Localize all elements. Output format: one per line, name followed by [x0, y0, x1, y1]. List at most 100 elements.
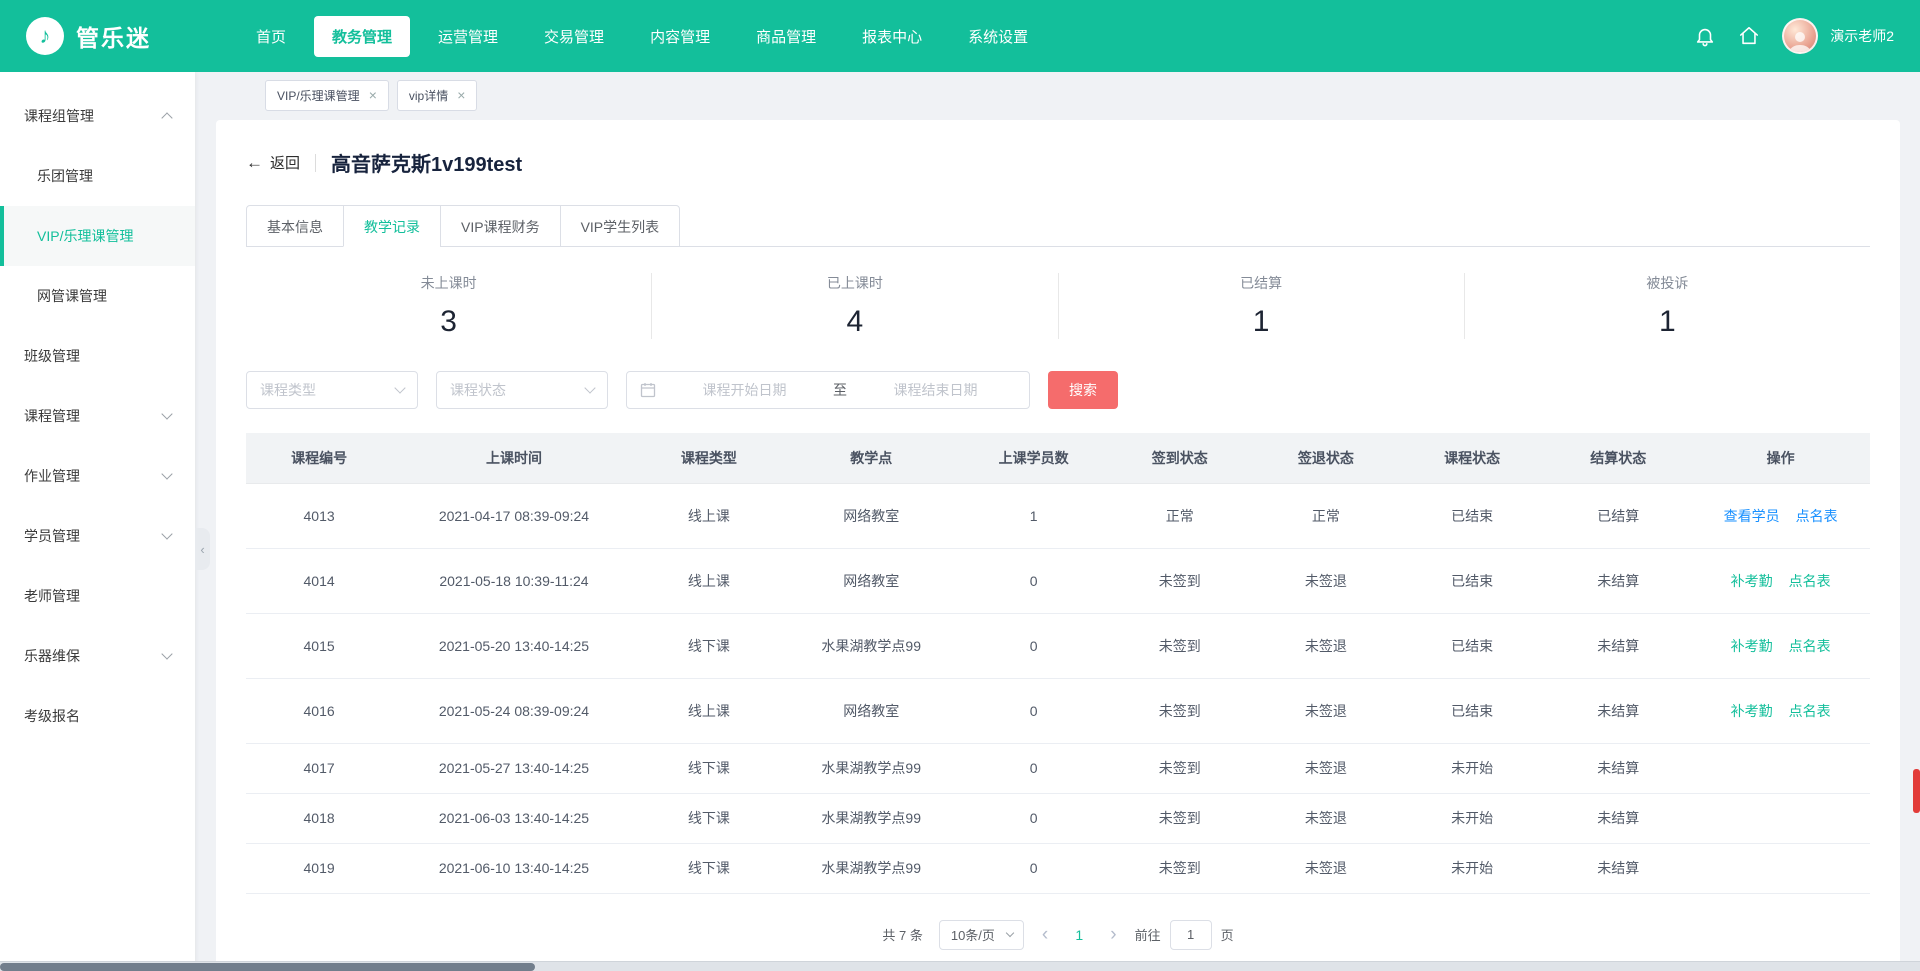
cell-checkin: 未签到: [1107, 613, 1253, 678]
sidebar-item-0[interactable]: 课程组管理: [0, 86, 195, 146]
action-link[interactable]: 点名表: [1789, 573, 1831, 589]
goto-label: 前往: [1135, 925, 1161, 944]
action-link[interactable]: 补考勤: [1731, 573, 1773, 589]
stats-row: 未上课时3已上课时4已结算1被投诉1: [246, 247, 1870, 369]
horizontal-scrollbar-thumb[interactable]: [0, 963, 535, 971]
nav-item-2[interactable]: 运营管理: [420, 16, 516, 57]
title-divider: [315, 154, 316, 172]
nav-item-7[interactable]: 系统设置: [950, 16, 1046, 57]
sidebar: 课程组管理乐团管理VIP/乐理课管理网管课管理班级管理课程管理作业管理学员管理老…: [0, 72, 195, 971]
cell-type: 线下课: [636, 613, 782, 678]
horizontal-scrollbar[interactable]: [0, 961, 1920, 971]
table-header-row: 课程编号上课时间课程类型教学点上课学员数签到状态签退状态课程状态结算状态操作: [246, 433, 1870, 483]
nav-item-6[interactable]: 报表中心: [844, 16, 940, 57]
goto-page-input[interactable]: [1170, 920, 1212, 950]
page-size-select[interactable]: 10条/页: [939, 920, 1024, 950]
date-start-input[interactable]: 课程开始日期: [664, 380, 825, 400]
action-link[interactable]: 补考勤: [1731, 638, 1773, 654]
nav-item-4[interactable]: 内容管理: [632, 16, 728, 57]
table-row: 40182021-06-03 13:40-14:25线下课水果湖教学点990未签…: [246, 793, 1870, 843]
cell-checkin: 未签到: [1107, 843, 1253, 893]
page-size-value: 10条/页: [951, 925, 995, 944]
cell-checkin: 正常: [1107, 483, 1253, 548]
course-status-placeholder: 课程状态: [450, 380, 506, 400]
action-link[interactable]: 点名表: [1789, 638, 1831, 654]
sidebar-collapse-handle[interactable]: ‹: [195, 528, 210, 570]
close-icon[interactable]: ×: [369, 88, 377, 102]
cell-id: 4016: [246, 678, 392, 743]
cell-settle: 已结算: [1545, 483, 1691, 548]
sidebar-item-10[interactable]: 考级报名: [0, 686, 195, 746]
sidebar-item-1[interactable]: 乐团管理: [0, 146, 195, 206]
back-row: ← 返回 高音萨克斯1v199test: [246, 148, 1870, 177]
sidebar-item-7[interactable]: 学员管理: [0, 506, 195, 566]
tab-0[interactable]: 基本信息: [246, 205, 344, 247]
sidebar-item-2[interactable]: VIP/乐理课管理: [0, 206, 195, 266]
cell-settle: 未结算: [1545, 678, 1691, 743]
date-range-picker[interactable]: 课程开始日期 至 课程结束日期: [626, 371, 1030, 409]
sidebar-item-5[interactable]: 课程管理: [0, 386, 195, 446]
chevron-down-icon: [394, 382, 405, 393]
view-tab-0[interactable]: VIP/乐理课管理×: [265, 80, 389, 111]
nav-item-3[interactable]: 交易管理: [526, 16, 622, 57]
sidebar-item-9[interactable]: 乐器维保: [0, 626, 195, 686]
stat-1: 已上课时4: [652, 273, 1058, 339]
column-header-7: 课程状态: [1399, 433, 1545, 483]
chevron-down-icon: [161, 408, 172, 419]
cell-checkout: 未签退: [1253, 793, 1399, 843]
current-page[interactable]: 1: [1066, 927, 1092, 943]
cell-status: 已结束: [1399, 483, 1545, 548]
action-link[interactable]: 点名表: [1789, 703, 1831, 719]
nav-item-1[interactable]: 教务管理: [314, 16, 410, 57]
date-end-input[interactable]: 课程结束日期: [855, 380, 1016, 400]
brand[interactable]: ♪ 管乐迷: [26, 17, 238, 55]
sidebar-item-3[interactable]: 网管课管理: [0, 266, 195, 326]
cell-students: 0: [961, 843, 1107, 893]
avatar[interactable]: [1782, 18, 1818, 54]
action-link[interactable]: 点名表: [1796, 508, 1838, 524]
content-area: VIP/乐理课管理× vip详情× ← 返回 高音萨克斯1v199test 基本信…: [195, 72, 1920, 971]
next-page-button[interactable]: ›: [1108, 925, 1118, 944]
tab-3[interactable]: VIP学生列表: [560, 205, 681, 247]
search-button[interactable]: 搜索: [1048, 371, 1118, 409]
detail-card: ← 返回 高音萨克斯1v199test 基本信息教学记录VIP课程财务VIP学生…: [216, 120, 1900, 965]
goto-page: 前往 页: [1135, 920, 1234, 950]
brand-name: 管乐迷: [76, 19, 151, 53]
sidebar-item-8[interactable]: 老师管理: [0, 566, 195, 626]
column-header-9: 操作: [1691, 433, 1870, 483]
close-icon[interactable]: ×: [457, 88, 465, 102]
cell-status: 已结束: [1399, 613, 1545, 678]
sidebar-item-label: 学员管理: [24, 526, 163, 546]
sidebar-item-6[interactable]: 作业管理: [0, 446, 195, 506]
cell-time: 2021-06-10 13:40-14:25: [392, 843, 636, 893]
view-tab-1[interactable]: vip详情×: [397, 80, 478, 111]
home-icon[interactable]: [1738, 25, 1760, 47]
course-status-select[interactable]: 课程状态: [436, 371, 608, 409]
prev-page-button[interactable]: ‹: [1040, 925, 1050, 944]
table-row: 40192021-06-10 13:40-14:25线下课水果湖教学点990未签…: [246, 843, 1870, 893]
back-button[interactable]: ← 返回: [246, 152, 300, 173]
action-link[interactable]: 补考勤: [1731, 703, 1773, 719]
stat-0: 未上课时3: [246, 273, 652, 339]
cell-checkout: 未签退: [1253, 548, 1399, 613]
sidebar-item-label: 网管课管理: [37, 286, 171, 306]
vertical-scrollbar-thumb[interactable]: [1913, 769, 1920, 813]
nav-item-0[interactable]: 首页: [238, 16, 304, 57]
user-name[interactable]: 演示老师2: [1830, 26, 1894, 46]
sidebar-item-4[interactable]: 班级管理: [0, 326, 195, 386]
cell-checkin: 未签到: [1107, 548, 1253, 613]
tab-1[interactable]: 教学记录: [343, 205, 441, 247]
cell-location: 网络教室: [782, 483, 961, 548]
cell-type: 线下课: [636, 743, 782, 793]
nav-item-5[interactable]: 商品管理: [738, 16, 834, 57]
action-link[interactable]: 查看学员: [1724, 508, 1780, 524]
bell-icon[interactable]: [1694, 25, 1716, 47]
cell-type: 线上课: [636, 678, 782, 743]
tab-2[interactable]: VIP课程财务: [440, 205, 561, 247]
cell-settle: 未结算: [1545, 613, 1691, 678]
cell-students: 1: [961, 483, 1107, 548]
stat-value: 4: [652, 305, 1057, 339]
course-type-select[interactable]: 课程类型: [246, 371, 418, 409]
chevron-down-icon: [1006, 928, 1014, 936]
cell-location: 网络教室: [782, 548, 961, 613]
